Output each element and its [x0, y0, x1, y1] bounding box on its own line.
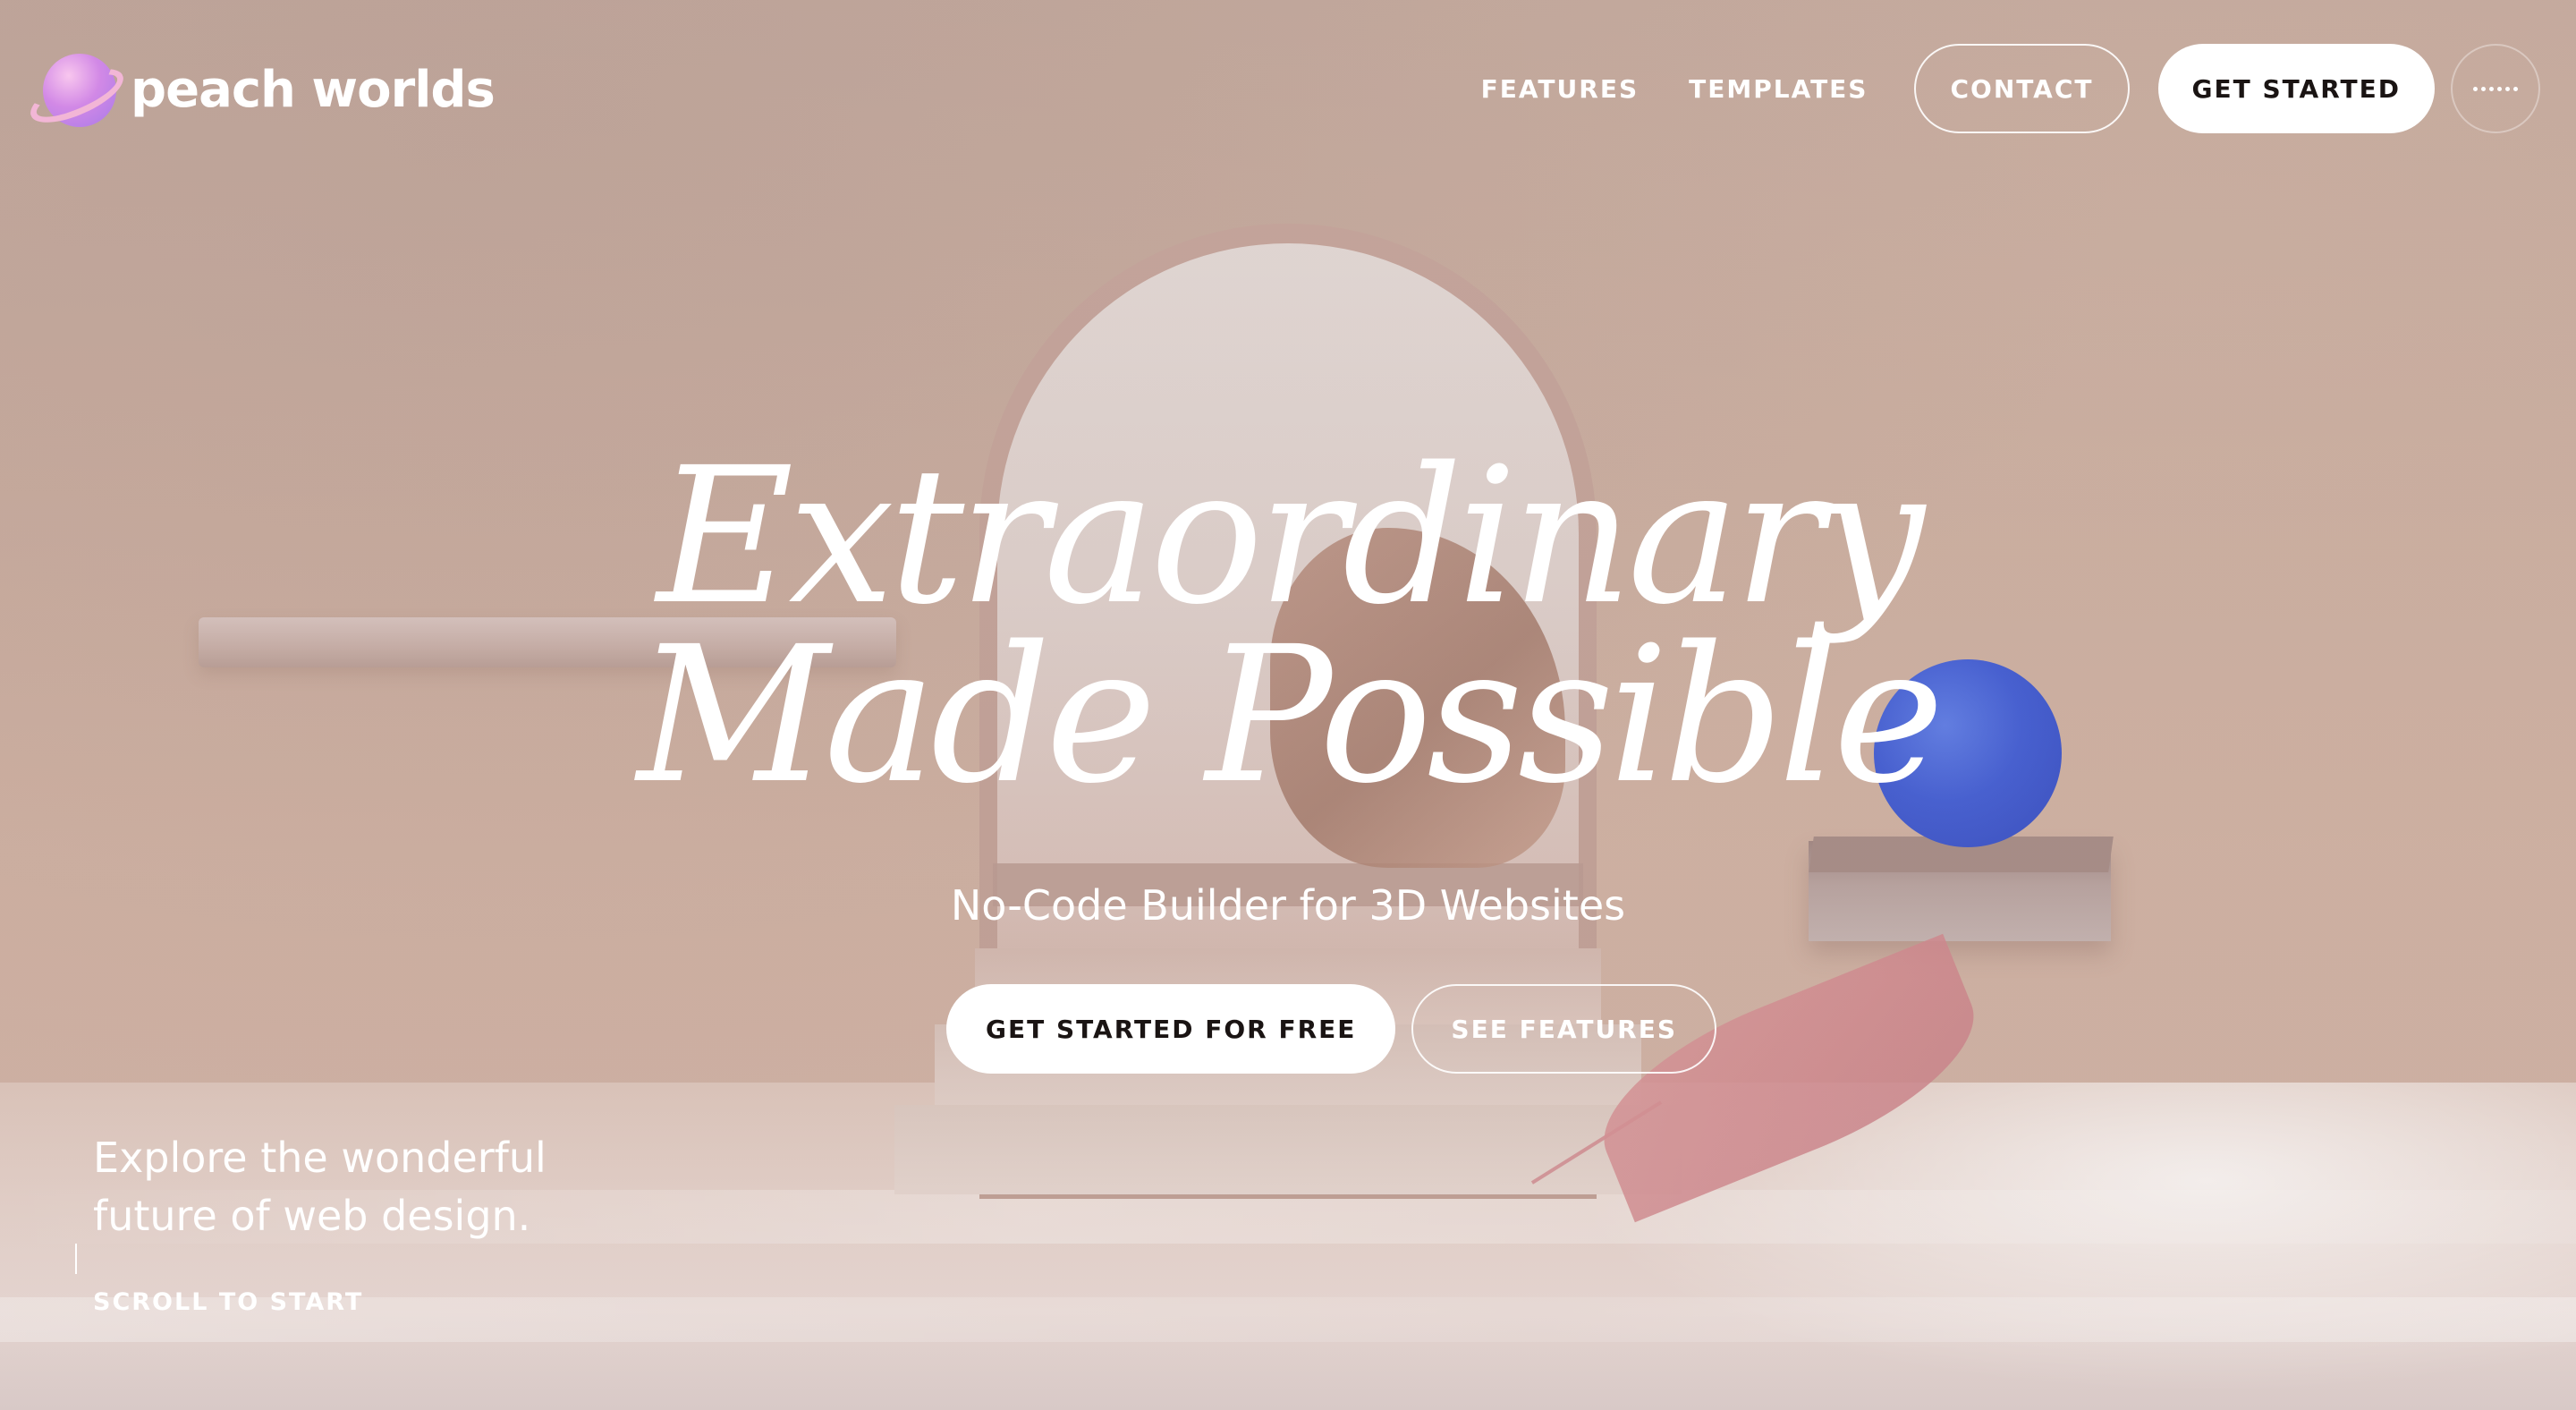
scroll-indicator-line	[75, 1244, 77, 1274]
hero-title-line-1: Extraordinary	[657, 427, 1925, 646]
nav-features-link[interactable]: FEATURES	[1481, 74, 1639, 104]
hero-title-line-2: Made Possible	[637, 606, 1944, 825]
tagline-line-2: future of web design.	[93, 1192, 531, 1240]
dots-menu-icon	[2473, 86, 2518, 91]
hero-tagline: Explore the wonderful future of web desi…	[93, 1129, 648, 1245]
brand-logo[interactable]: peach worlds	[23, 45, 496, 134]
contact-button[interactable]: CONTACT	[1914, 44, 2130, 133]
hero-subtitle: No-Code Builder for 3D Websites	[950, 881, 1626, 930]
hero-title: Extraordinary Made Possible	[394, 427, 2182, 825]
menu-button[interactable]	[2451, 44, 2540, 133]
see-features-button[interactable]: SEE FEATURES	[1411, 984, 1717, 1074]
site-header: peach worlds FEATURES TEMPLATES CONTACT …	[0, 0, 2576, 179]
tagline-line-1: Explore the wonderful	[93, 1134, 547, 1182]
get-started-button[interactable]: GET STARTED	[2157, 44, 2435, 133]
scroll-to-start-link[interactable]: SCROLL TO START	[93, 1288, 363, 1316]
main-nav: FEATURES TEMPLATES CONTACT GET STARTED	[1481, 44, 2540, 133]
hero-cta-group: GET STARTED FOR FREE SEE FEATURES	[946, 984, 1717, 1074]
page: peach worlds FEATURES TEMPLATES CONTACT …	[0, 0, 2576, 1410]
nav-templates-link[interactable]: TEMPLATES	[1689, 74, 1868, 104]
planet-logo-icon	[23, 45, 131, 134]
brand-name: peach worlds	[131, 60, 496, 119]
get-started-free-button[interactable]: GET STARTED FOR FREE	[946, 984, 1396, 1074]
